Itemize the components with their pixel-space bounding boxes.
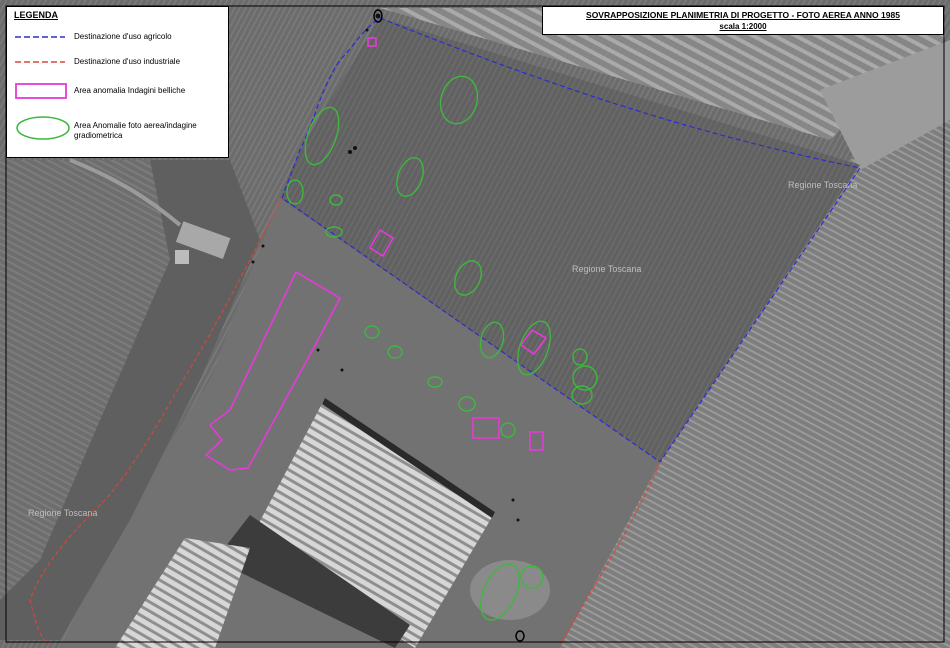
title-block: SOVRAPPOSIZIONE PLANIMETRIA DI PROGETTO … [542, 6, 944, 35]
legend-label: Destinazione d'uso agricolo [74, 32, 172, 41]
legend-item-war-anomaly: Area anomalia Indagini belliche [7, 80, 230, 100]
green-ellipse-icon [16, 116, 70, 140]
photo-label: Regione Toscana [28, 508, 97, 518]
map-scale: scala 1:2000 [719, 22, 767, 31]
legend-item-photo-anomaly: Area Anomalie foto aerea/indagine gradio… [7, 113, 230, 140]
legend-label: Area anomalia Indagini belliche [74, 86, 186, 95]
photo-label: Regione Toscana [572, 264, 641, 274]
dashed-line-blue-icon [15, 36, 65, 38]
legend-label: Area Anomalie foto aerea/indagine gradio… [74, 121, 197, 140]
legend-item-industrial: Destinazione d'uso industriale [7, 54, 230, 74]
photo-label: Regione Toscana [788, 180, 857, 190]
map-title: SOVRAPPOSIZIONE PLANIMETRIA DI PROGETTO … [586, 10, 900, 20]
dashed-line-red-icon [15, 61, 65, 63]
legend: LEGENDA Destinazione d'uso agricolo Dest… [6, 6, 229, 158]
legend-item-agricultural: Destinazione d'uso agricolo [7, 29, 230, 49]
legend-label: Destinazione d'uso industriale [74, 57, 181, 66]
legend-title: LEGENDA [14, 10, 59, 20]
magenta-rectangle-icon [15, 83, 67, 99]
